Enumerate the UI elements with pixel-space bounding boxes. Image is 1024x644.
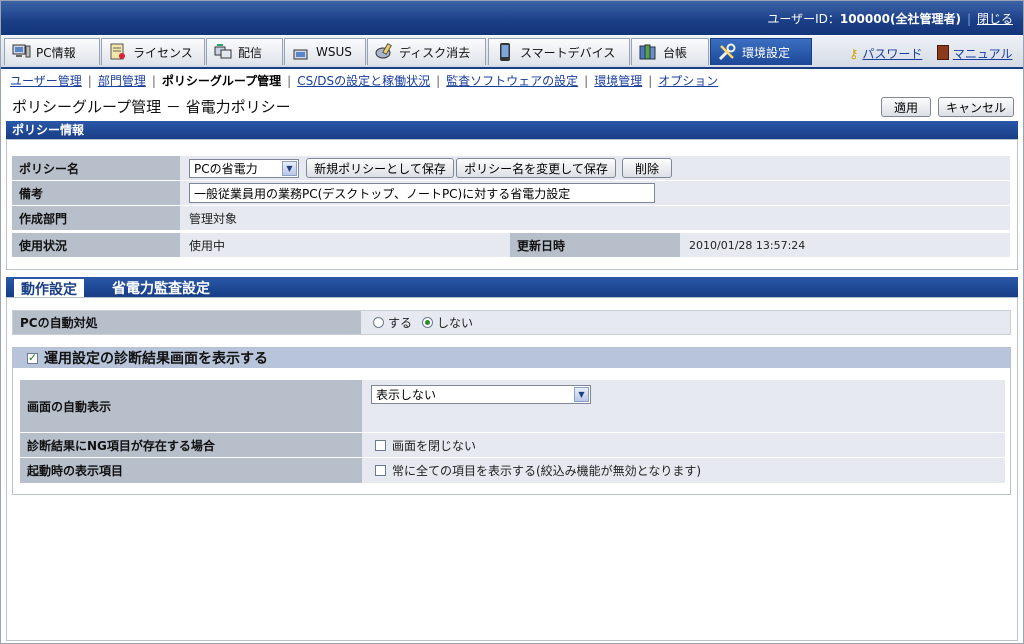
auto-display-value: 表示しない	[376, 388, 437, 402]
auto-display-row: 画面の自動表示 表示しない ▼	[20, 380, 1005, 432]
sub-navigation: ユーザー管理 | 部門管理 | ポリシーグループ管理 | CS/DSの設定と稼働状況 | 監査ソ…	[10, 74, 719, 88]
ng-item-row: 診断結果にNG項目が存在する場合 画面を閉じない	[20, 433, 1005, 457]
pc-icon	[12, 44, 31, 58]
keep-screen-open-label: 画面を閉じない	[392, 438, 477, 453]
show-all-items-label: 常に全ての項目を表示する(絞込み機能が無効となります)	[392, 464, 702, 478]
user-id: 100000(全社管理者)	[839, 12, 961, 26]
auto-handling-options: する しない	[373, 311, 473, 334]
tab-ledger[interactable]: 台帳	[631, 38, 709, 65]
top-bar: ユーザーID：100000(全社管理者) | 閉じる	[1, 1, 1023, 35]
password-link[interactable]: パスワード	[862, 47, 922, 61]
user-label: ユーザーID：	[767, 12, 840, 26]
page-title: ポリシーグループ管理 － 省電力ポリシー	[12, 98, 291, 116]
startup-items-label: 起動時の表示項目	[20, 458, 362, 483]
auto-display-select[interactable]: 表示しない ▼	[371, 385, 591, 404]
subnav-options[interactable]: オプション	[658, 74, 718, 88]
tab-label: 配信	[238, 45, 263, 60]
smart-device-icon	[500, 43, 510, 61]
cancel-button[interactable]: キャンセル	[938, 97, 1014, 117]
subnav-policy-group-management: ポリシーグループ管理	[161, 74, 282, 88]
ng-item-option: 画面を閉じない	[375, 433, 476, 457]
updated-value: 2010/01/28 13:57:24	[689, 238, 806, 252]
tab-label: ディスク消去	[399, 45, 471, 60]
user-info: ユーザーID：100000(全社管理者) | 閉じる	[767, 12, 1013, 26]
show-diagnosis-checkbox[interactable]	[27, 351, 38, 364]
disk-erase-icon	[375, 42, 392, 59]
status-value: 使用中	[189, 238, 226, 253]
subnav-audit-software[interactable]: 監査ソフトウェアの設定	[446, 74, 578, 88]
wsus-icon	[293, 49, 308, 60]
radio-no[interactable]	[422, 317, 434, 328]
tab-label: WSUS	[316, 45, 352, 59]
tab-settings[interactable]: 環境設定	[710, 38, 812, 65]
policy-name-value: PCの省電力	[194, 162, 258, 176]
auto-handling-label: PCの自動対処	[13, 311, 361, 334]
tab-label: スマートデバイス	[520, 45, 616, 60]
startup-items-option: 常に全ての項目を表示する(絞込み機能が無効となります)	[375, 458, 701, 483]
tab-label: 環境設定	[742, 45, 791, 60]
remark-row: 備考 一般従業員用の業務PC(デスクトップ、ノートPC)に対する省電力設定	[12, 181, 1010, 205]
policy-info-header: ポリシー情報	[6, 121, 1018, 139]
rename-and-save-button[interactable]: ポリシー名を変更して保存	[456, 158, 616, 178]
tab-label: ライセンス	[133, 45, 193, 60]
subnav-department-management[interactable]: 部門管理	[98, 74, 146, 88]
startup-items-row: 起動時の表示項目 常に全ての項目を表示する(絞込み機能が無効となります)	[20, 458, 1005, 483]
updated-label: 更新日時	[510, 233, 680, 257]
password-link-group[interactable]: ⚷ パスワード	[849, 45, 922, 62]
show-all-items-checkbox[interactable]	[375, 465, 386, 476]
book-icon	[937, 45, 949, 60]
tab-power-audit-settings[interactable]: 省電力監査設定	[106, 279, 216, 297]
save-as-new-policy-button[interactable]: 新規ポリシーとして保存	[306, 158, 454, 178]
status-row: 使用状況 使用中 更新日時 2010/01/28 13:57:24	[12, 233, 1010, 257]
ledger-icon	[639, 44, 656, 60]
subnav-user-management[interactable]: ユーザー管理	[10, 74, 82, 88]
manual-link[interactable]: マニュアル	[953, 47, 1013, 61]
radio-no-label: しない	[437, 316, 474, 330]
chevron-down-icon: ▼	[574, 387, 589, 402]
department-label: 作成部門	[12, 206, 180, 230]
delete-button[interactable]: 削除	[622, 158, 672, 178]
main-tab-bar: PC情報 ライセンス 配信 WSUS ディスク消去 スマートデバイス 台帳 環境…	[1, 36, 1023, 69]
manual-link-group[interactable]: マニュアル	[937, 45, 1012, 62]
auto-display-label: 画面の自動表示	[20, 380, 362, 432]
apply-button[interactable]: 適用	[881, 97, 931, 117]
ng-item-label: 診断結果にNG項目が存在する場合	[20, 433, 362, 457]
key-icon: ⚷	[849, 47, 859, 62]
policy-name-label: ポリシー名	[12, 156, 180, 180]
remark-label: 備考	[12, 181, 180, 205]
policy-name-row: ポリシー名 PCの省電力 ▼ 新規ポリシーとして保存 ポリシー名を変更して保存 …	[12, 156, 1010, 180]
radio-yes-label: する	[388, 316, 413, 330]
license-icon	[110, 43, 125, 60]
subnav-environment-management[interactable]: 環境管理	[594, 74, 642, 88]
settings-tab-bar: 動作設定 省電力監査設定	[6, 277, 1018, 299]
status-label: 使用状況	[12, 233, 180, 257]
close-link[interactable]: 閉じる	[977, 12, 1013, 26]
department-value: 管理対象	[189, 211, 238, 226]
tab-label: PC情報	[36, 45, 76, 60]
distribution-icon	[214, 44, 232, 59]
diagnosis-group-header: 運用設定の診断結果画面を表示する	[13, 348, 1010, 368]
diagnosis-group-title: 運用設定の診断結果画面を表示する	[44, 351, 268, 367]
tab-wsus[interactable]: WSUS	[284, 38, 366, 65]
auto-handling-row: PCの自動対処 する しない	[12, 310, 1011, 335]
tab-operation-settings[interactable]: 動作設定	[14, 279, 84, 299]
radio-yes[interactable]	[373, 317, 384, 328]
chevron-down-icon: ▼	[282, 161, 297, 176]
tab-pc-info[interactable]: PC情報	[4, 38, 100, 65]
tab-smart-device[interactable]: スマートデバイス	[488, 38, 630, 65]
policy-name-select[interactable]: PCの省電力 ▼	[189, 159, 299, 178]
keep-screen-open-checkbox[interactable]	[375, 439, 386, 451]
department-row: 作成部門 管理対象	[12, 206, 1010, 230]
remark-input[interactable]: 一般従業員用の業務PC(デスクトップ、ノートPC)に対する省電力設定	[189, 183, 655, 203]
tab-distribution[interactable]: 配信	[206, 38, 283, 65]
tab-label: 台帳	[663, 45, 688, 60]
settings-tools-icon	[718, 43, 736, 61]
tab-license[interactable]: ライセンス	[101, 38, 205, 65]
subnav-cs-ds-settings[interactable]: CS/DSの設定と稼働状況	[297, 74, 430, 88]
tab-disk-erase[interactable]: ディスク消去	[367, 38, 486, 65]
